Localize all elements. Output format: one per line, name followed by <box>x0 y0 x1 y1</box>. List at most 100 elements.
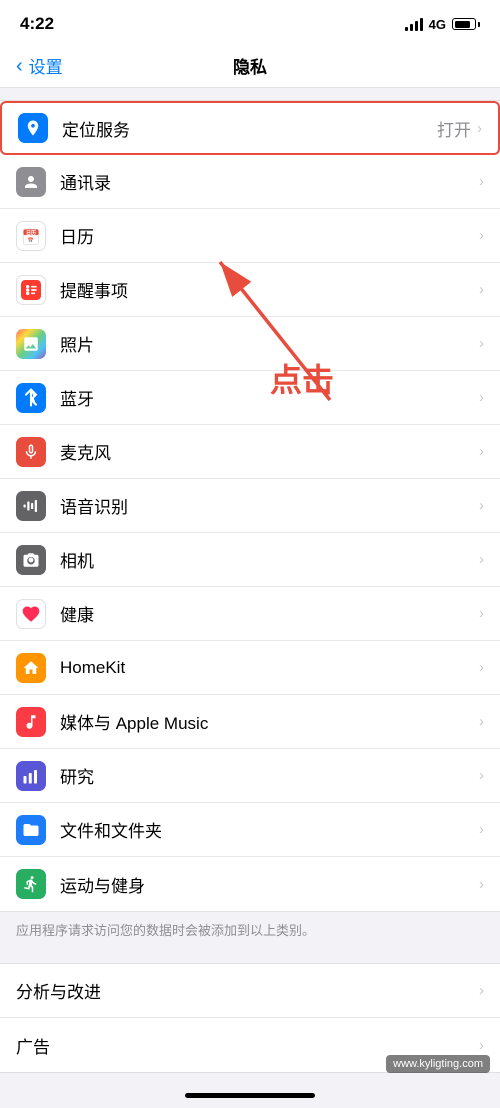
bluetooth-icon-bg <box>16 383 46 413</box>
settings-item-homekit[interactable]: HomeKit › <box>0 641 500 695</box>
ads-label: 广告 <box>16 1033 479 1058</box>
svg-text:📅: 📅 <box>28 236 34 243</box>
settings-item-reminders[interactable]: 提醒事项 › <box>0 263 500 317</box>
home-indicator <box>185 1093 315 1098</box>
music-icon-bg <box>16 707 46 737</box>
camera-icon <box>22 551 40 569</box>
reminders-label: 提醒事项 <box>60 277 479 302</box>
battery-fill <box>455 21 470 28</box>
calendar-icon-bg: 日历 📅 <box>16 221 46 251</box>
back-button[interactable]: ‹ 设置 <box>16 53 63 78</box>
ads-chevron: › <box>479 1037 484 1054</box>
main-content: 定位服务 打开 › 通讯录 › <box>0 100 500 1108</box>
microphone-label: 麦克风 <box>60 439 479 464</box>
location-status: 打开 <box>437 116 471 141</box>
homekit-icon <box>22 659 40 677</box>
health-chevron: › <box>479 605 484 622</box>
page-title: 隐私 <box>233 53 267 78</box>
location-icon-bg <box>18 113 48 143</box>
location-icon <box>24 119 42 137</box>
speech-chevron: › <box>479 497 484 514</box>
settings-item-location[interactable]: 定位服务 打开 › <box>0 101 500 155</box>
calendar-icon: 日历 📅 <box>21 226 41 246</box>
signal-bar-4 <box>420 18 423 31</box>
footer-note-text: 应用程序请求访问您的数据时会被添加到以上类别。 <box>16 923 315 938</box>
microphone-icon <box>22 443 40 461</box>
camera-icon-bg <box>16 545 46 575</box>
speech-label: 语音识别 <box>60 493 479 518</box>
status-time: 4:22 <box>20 14 54 34</box>
analytics-label: 分析与改进 <box>16 978 479 1003</box>
settings-item-camera[interactable]: 相机 › <box>0 533 500 587</box>
settings-item-speech[interactable]: 语音识别 › <box>0 479 500 533</box>
settings-item-contacts[interactable]: 通讯录 › <box>0 155 500 209</box>
battery-tip <box>478 22 480 27</box>
health-icon-bg <box>16 599 46 629</box>
files-icon-bg <box>16 815 46 845</box>
settings-list: 定位服务 打开 › 通讯录 › <box>0 100 500 912</box>
research-icon-bg <box>16 761 46 791</box>
watermark-text: www.kyligting.com <box>393 1058 483 1070</box>
music-icon <box>22 713 40 731</box>
contacts-icon-bg <box>16 167 46 197</box>
signal-bar-3 <box>415 21 418 31</box>
music-label: 媒体与 Apple Music <box>60 709 479 734</box>
calendar-chevron: › <box>479 227 484 244</box>
analytics-chevron: › <box>479 982 484 999</box>
settings-item-analytics[interactable]: 分析与改进 › <box>0 964 500 1018</box>
location-label: 定位服务 <box>62 116 437 141</box>
homekit-label: HomeKit <box>60 658 479 678</box>
settings-item-health[interactable]: 健康 › <box>0 587 500 641</box>
back-chevron-icon: ‹ <box>16 56 23 76</box>
settings-item-microphone[interactable]: 麦克风 › <box>0 425 500 479</box>
signal-bar-2 <box>410 24 413 31</box>
microphone-icon-bg <box>16 437 46 467</box>
fitness-icon-bg <box>16 869 46 899</box>
signal-bars <box>405 18 423 31</box>
bluetooth-chevron: › <box>479 389 484 406</box>
health-label: 健康 <box>60 601 479 626</box>
fitness-chevron: › <box>479 876 484 893</box>
camera-label: 相机 <box>60 547 479 572</box>
settings-item-bluetooth[interactable]: 蓝牙 › <box>0 371 500 425</box>
photos-chevron: › <box>479 335 484 352</box>
files-chevron: › <box>479 821 484 838</box>
homekit-chevron: › <box>479 659 484 676</box>
research-chevron: › <box>479 767 484 784</box>
files-label: 文件和文件夹 <box>60 817 479 842</box>
page-wrapper: 4:22 4G ‹ 设置 隐私 <box>0 0 500 1108</box>
health-icon <box>21 604 41 624</box>
location-chevron: › <box>477 120 482 137</box>
reminders-icon-bg <box>16 275 46 305</box>
photos-label: 照片 <box>60 331 479 356</box>
camera-chevron: › <box>479 551 484 568</box>
contacts-icon <box>22 173 40 191</box>
footer-note: 应用程序请求访问您的数据时会被添加到以上类别。 <box>0 912 500 951</box>
network-type: 4G <box>429 17 446 32</box>
research-icon <box>22 767 40 785</box>
settings-item-photos[interactable]: 照片 › <box>0 317 500 371</box>
music-chevron: › <box>479 713 484 730</box>
settings-item-files[interactable]: 文件和文件夹 › <box>0 803 500 857</box>
signal-bar-1 <box>405 27 408 31</box>
speech-icon-bg <box>16 491 46 521</box>
svg-text:日历: 日历 <box>26 229 36 236</box>
bluetooth-icon <box>24 388 38 408</box>
status-icons: 4G <box>405 17 480 32</box>
fitness-label: 运动与健身 <box>60 872 479 897</box>
settings-item-fitness[interactable]: 运动与健身 › <box>0 857 500 911</box>
photos-icon <box>22 335 40 353</box>
status-bar: 4:22 4G <box>0 0 500 44</box>
settings-item-research[interactable]: 研究 › <box>0 749 500 803</box>
reminders-chevron: › <box>479 281 484 298</box>
reminders-icon <box>21 280 41 300</box>
settings-item-music[interactable]: 媒体与 Apple Music › <box>0 695 500 749</box>
back-label: 设置 <box>29 53 63 78</box>
speech-icon <box>22 497 40 515</box>
homekit-icon-bg <box>16 653 46 683</box>
settings-item-calendar[interactable]: 日历 📅 日历 › <box>0 209 500 263</box>
contacts-chevron: › <box>479 173 484 190</box>
research-label: 研究 <box>60 763 479 788</box>
files-icon <box>22 821 40 839</box>
calendar-label: 日历 <box>60 223 479 248</box>
